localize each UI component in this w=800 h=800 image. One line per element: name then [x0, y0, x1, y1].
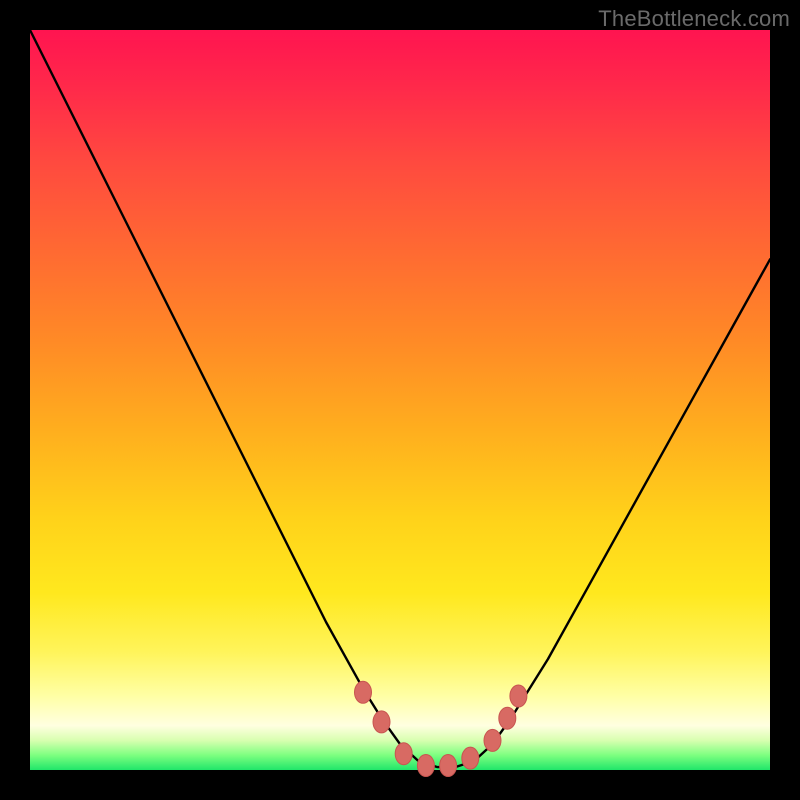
watermark-text: TheBottleneck.com: [598, 6, 790, 32]
curve-marker: [355, 681, 372, 703]
curve-markers: [355, 681, 527, 776]
curve-marker: [484, 729, 501, 751]
plot-area: [30, 30, 770, 770]
bottleneck-curve: [30, 30, 770, 767]
curve-marker: [510, 685, 527, 707]
chart-frame: TheBottleneck.com: [0, 0, 800, 800]
curve-marker: [373, 711, 390, 733]
curve-marker: [499, 707, 516, 729]
curve-marker: [395, 743, 412, 765]
curve-marker: [417, 755, 434, 777]
curve-svg: [30, 30, 770, 770]
curve-marker: [462, 747, 479, 769]
curve-marker: [440, 755, 457, 777]
